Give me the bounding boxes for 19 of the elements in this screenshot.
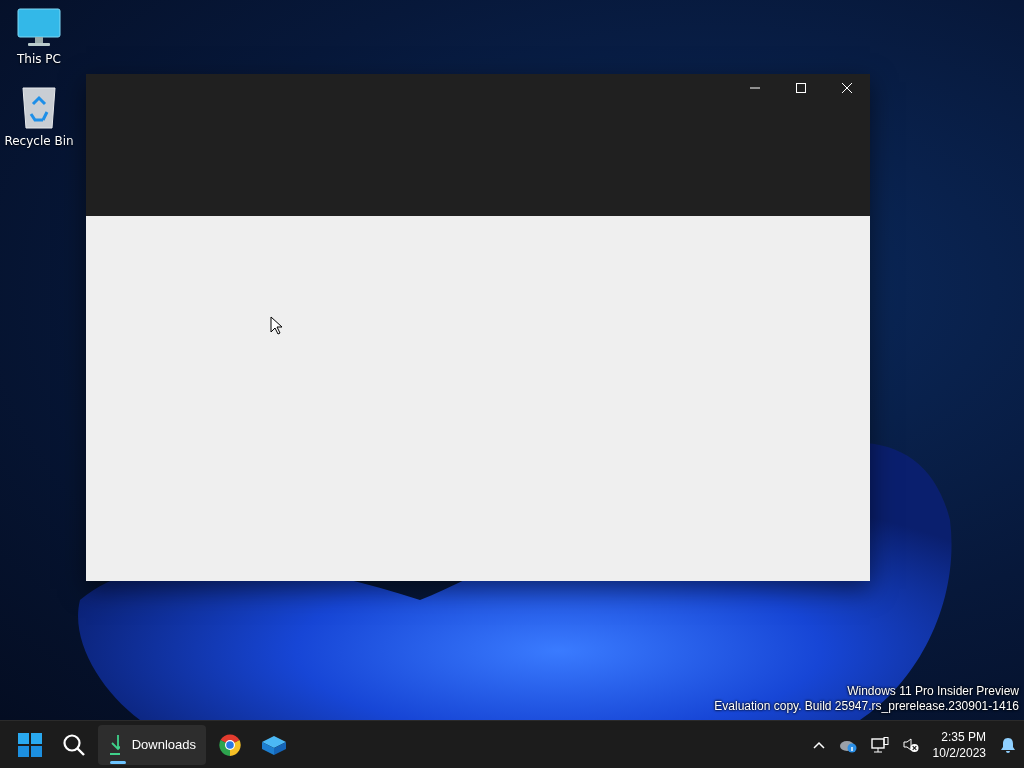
download-arrow-icon <box>108 733 120 756</box>
speaker-muted-icon[interactable] <box>902 736 919 753</box>
clock-button[interactable]: 2:35 PM 10/2/2023 <box>932 728 986 761</box>
network-icon[interactable] <box>870 736 889 753</box>
browser-icon <box>218 732 242 757</box>
system-notice-text: Windows 11 Pro Insider Preview <box>847 684 1019 699</box>
desktop-icon-label[interactable]: This PC <box>17 52 61 66</box>
monitor-icon[interactable] <box>17 8 61 48</box>
show-hidden-icons-button[interactable] <box>812 740 825 749</box>
search-icon <box>62 732 86 757</box>
mouse-pointer-icon <box>270 316 283 335</box>
maximize-icon <box>795 82 807 94</box>
box-icon <box>261 733 287 756</box>
bell-icon[interactable] <box>1000 736 1016 753</box>
desktop-icon-label[interactable]: Recycle Bin <box>4 134 74 148</box>
taskbar-app-button[interactable]: Downloads <box>98 724 206 765</box>
close-icon <box>841 82 853 94</box>
recycle-bin-icon[interactable] <box>21 86 57 130</box>
windows-logo-icon <box>18 732 42 757</box>
